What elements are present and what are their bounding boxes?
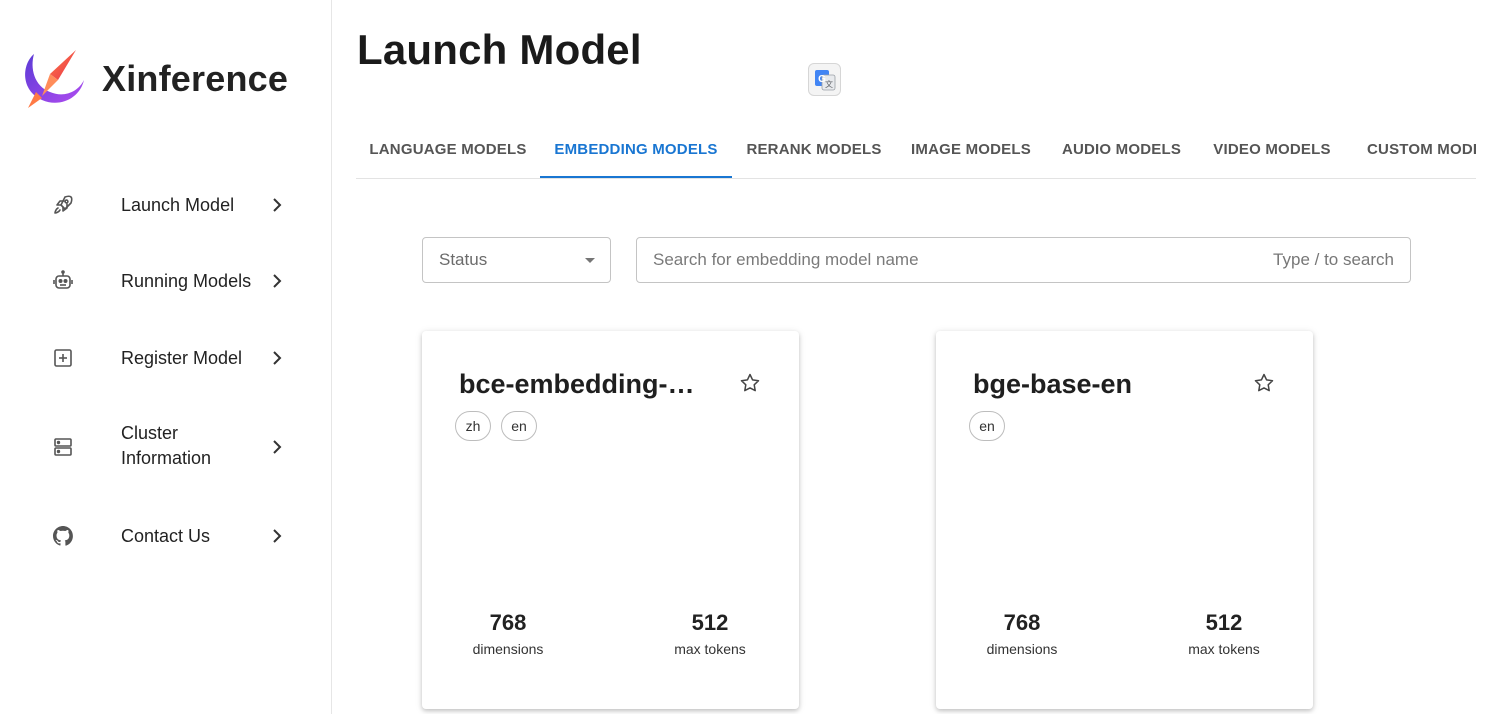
sidebar-item-label: Register Model <box>121 347 243 368</box>
svg-text:文: 文 <box>825 79 833 89</box>
dropdown-arrow-icon <box>585 258 595 263</box>
chevron-right-icon <box>273 198 282 212</box>
active-tab-indicator <box>540 176 732 178</box>
dimensions-label: dimensions <box>472 641 544 657</box>
main-content: Launch Model G 文 LANGUAGE MODELS EMBEDDI… <box>332 0 1492 714</box>
dimensions-stat: 768 dimensions <box>448 609 568 659</box>
star-outline-icon[interactable] <box>738 371 762 395</box>
sidebar-item-label: Cluster Information <box>121 423 212 468</box>
language-chips: en <box>969 411 1005 441</box>
brand-name: Xinference <box>102 58 289 99</box>
language-chip: en <box>969 411 1005 441</box>
translate-button[interactable]: G 文 <box>808 63 841 96</box>
tab-audio-models[interactable]: AUDIO MODELS <box>1046 120 1197 178</box>
sidebar-item-register-model[interactable]: Register Model <box>0 345 331 371</box>
search-shortcut-hint: Type / to search <box>1273 250 1394 269</box>
chevron-right-icon <box>273 274 282 288</box>
search-input[interactable] <box>653 250 1274 270</box>
sidebar-item-cluster-information[interactable]: Cluster Information <box>0 421 331 473</box>
server-icon <box>50 434 76 460</box>
model-card[interactable]: bge-base-en en 768 dimensions 512 max to… <box>936 331 1313 709</box>
language-chip: zh <box>455 411 491 441</box>
dimensions-value: 768 <box>1003 610 1041 635</box>
add-box-icon <box>50 345 76 371</box>
model-card-title: bge-base-en <box>973 369 1133 399</box>
chevron-right-icon <box>273 529 282 543</box>
max-tokens-label: max tokens <box>1188 641 1260 657</box>
tab-rerank-models[interactable]: RERANK MODELS <box>732 120 896 178</box>
sidebar-item-label: Launch Model <box>121 194 235 215</box>
github-icon <box>50 523 76 549</box>
dimensions-label: dimensions <box>986 641 1058 657</box>
search-box: Type / to search <box>636 237 1411 283</box>
tab-image-models[interactable]: IMAGE MODELS <box>896 120 1046 178</box>
sidebar-item-running-models[interactable]: Running Models <box>0 268 331 294</box>
max-tokens-stat: 512 max tokens <box>1164 609 1284 659</box>
rocket-icon <box>50 192 76 218</box>
sidebar-item-label: Contact Us <box>121 525 211 546</box>
language-chip: en <box>501 411 537 441</box>
chevron-right-icon <box>273 440 282 454</box>
model-card-title: bce-embedding-b··· <box>459 369 709 399</box>
tab-embedding-models[interactable]: EMBEDDING MODELS <box>540 120 732 178</box>
status-select[interactable]: Status <box>422 237 611 283</box>
brand[interactable]: Xinference <box>20 46 288 112</box>
max-tokens-label: max tokens <box>674 641 746 657</box>
chevron-right-icon <box>273 351 282 365</box>
status-select-label: Status <box>439 250 488 269</box>
tab-language-models[interactable]: LANGUAGE MODELS <box>356 120 540 178</box>
dimensions-value: 768 <box>489 610 527 635</box>
sidebar-item-launch-model[interactable]: Launch Model <box>0 192 331 218</box>
sidebar-item-contact-us[interactable]: Contact Us <box>0 523 331 549</box>
tab-custom-models[interactable]: CUSTOM MODE <box>1347 120 1476 178</box>
google-translate-icon: G 文 <box>814 69 835 90</box>
tab-video-models[interactable]: VIDEO MODELS <box>1197 120 1347 178</box>
sidebar-item-label: Running Models <box>121 270 252 291</box>
max-tokens-stat: 512 max tokens <box>650 609 770 659</box>
page-title: Launch Model <box>357 26 642 73</box>
max-tokens-value: 512 <box>1205 610 1243 635</box>
robot-icon <box>50 268 76 294</box>
dimensions-stat: 768 dimensions <box>962 609 1082 659</box>
model-type-tabs: LANGUAGE MODELS EMBEDDING MODELS RERANK … <box>356 120 1476 179</box>
star-outline-icon[interactable] <box>1252 371 1276 395</box>
model-card[interactable]: bce-embedding-b··· zh en 768 dimensions … <box>422 331 799 709</box>
language-chips: zh en <box>455 411 537 441</box>
sidebar: Xinference Launch Model Running Models R… <box>0 0 332 714</box>
xinference-logo-icon <box>25 50 84 108</box>
max-tokens-value: 512 <box>691 610 729 635</box>
